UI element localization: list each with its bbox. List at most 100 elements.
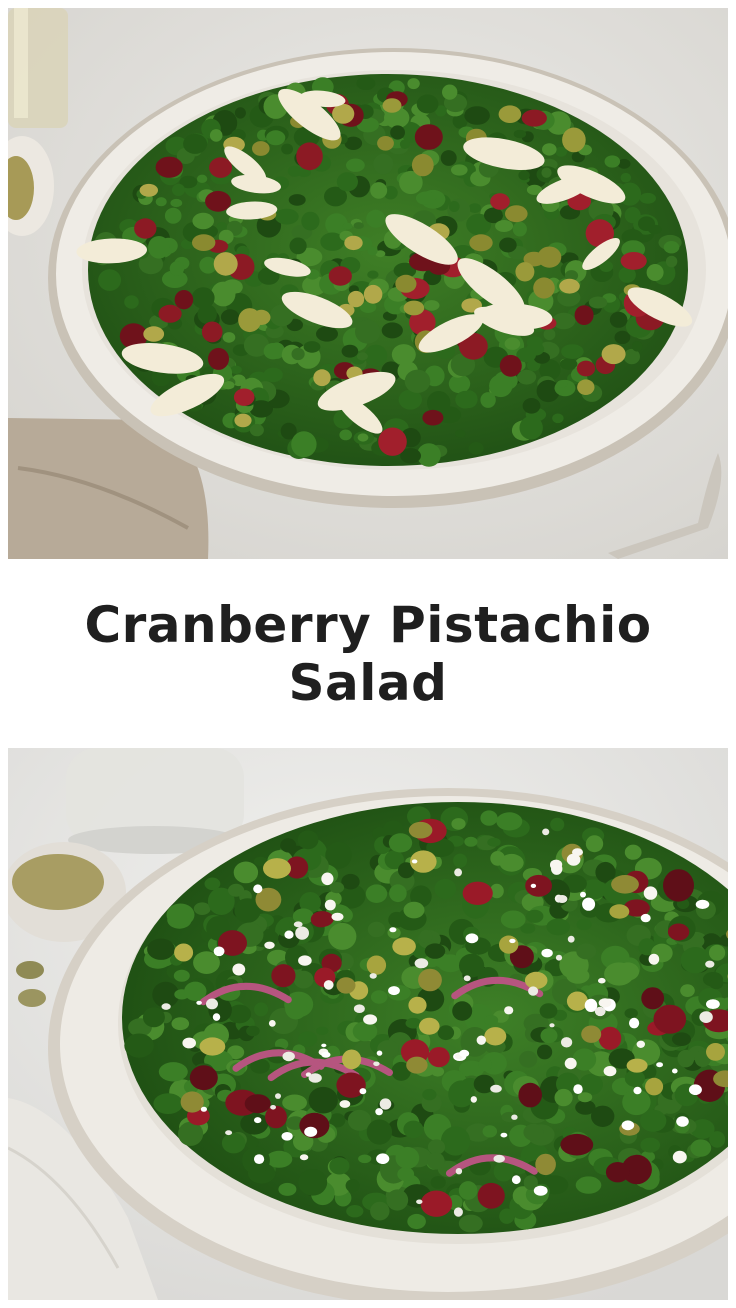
cranberry bbox=[598, 1026, 622, 1050]
pistachio bbox=[363, 284, 383, 304]
feta-crumble bbox=[453, 1207, 463, 1217]
pistachio bbox=[418, 968, 442, 992]
feta-crumble bbox=[530, 883, 537, 888]
feta-crumble bbox=[411, 859, 418, 864]
feta-crumble bbox=[268, 1020, 276, 1027]
cranberry bbox=[518, 1082, 542, 1108]
feta-crumble bbox=[321, 872, 334, 886]
feta-crumble bbox=[225, 1130, 233, 1136]
feta-crumble bbox=[284, 930, 294, 939]
pistachio bbox=[199, 1037, 226, 1056]
feta-crumble bbox=[672, 1150, 687, 1164]
cranberry bbox=[311, 911, 334, 927]
pistachio bbox=[408, 996, 427, 1014]
pistachio bbox=[234, 413, 252, 428]
feta-crumble bbox=[490, 1084, 502, 1093]
pistachio bbox=[524, 971, 548, 989]
cranberry bbox=[271, 964, 296, 988]
feta-crumble bbox=[379, 1098, 392, 1110]
title-banner: Cranberry Pistachio Salad bbox=[0, 559, 736, 748]
pistachio bbox=[411, 153, 434, 177]
feta-crumble bbox=[676, 1116, 689, 1127]
feta-crumble bbox=[389, 927, 397, 933]
feta-crumble bbox=[629, 1017, 640, 1029]
feta-crumble bbox=[304, 1126, 318, 1137]
feta-crumble bbox=[511, 1175, 521, 1185]
cranberry bbox=[244, 1094, 271, 1114]
bottom-salad-photo bbox=[8, 748, 728, 1300]
pistachio bbox=[332, 103, 355, 124]
pistachio bbox=[484, 1027, 507, 1046]
feta-crumble bbox=[196, 1000, 202, 1005]
feta-crumble bbox=[541, 948, 553, 958]
feta-crumble bbox=[321, 1051, 331, 1058]
feta-crumble bbox=[323, 980, 334, 990]
cranberry bbox=[477, 1182, 505, 1209]
pistachio bbox=[403, 300, 425, 316]
feta-crumble bbox=[264, 941, 275, 949]
pistachio bbox=[336, 977, 356, 994]
feta-crumble bbox=[633, 1086, 642, 1095]
pistachio bbox=[143, 326, 165, 342]
feta-crumble bbox=[331, 912, 344, 921]
cranberry bbox=[663, 869, 694, 902]
feta-crumble bbox=[212, 1013, 221, 1021]
feta-crumble bbox=[533, 1185, 548, 1196]
cranberry bbox=[560, 1133, 594, 1156]
feta-crumble bbox=[470, 1096, 477, 1103]
cranberry bbox=[201, 321, 223, 343]
pistachio bbox=[535, 1153, 556, 1176]
feta-crumble bbox=[493, 1154, 505, 1163]
cranberry bbox=[174, 290, 194, 310]
cranberry bbox=[328, 266, 352, 286]
feta-crumble bbox=[688, 1084, 702, 1095]
feta-crumble bbox=[353, 1004, 365, 1013]
feta-crumble bbox=[648, 953, 660, 965]
feta-crumble bbox=[298, 955, 312, 966]
feta-crumble bbox=[376, 1050, 383, 1056]
feta-crumble bbox=[455, 1168, 463, 1175]
pistachio bbox=[537, 246, 562, 268]
feta-crumble bbox=[695, 899, 710, 909]
feta-crumble bbox=[321, 1043, 327, 1048]
feta-crumble bbox=[706, 999, 720, 1009]
cranberry bbox=[158, 304, 182, 323]
feta-crumble bbox=[373, 1061, 380, 1067]
cranberry bbox=[525, 874, 552, 897]
pistachio bbox=[611, 875, 639, 894]
feta-crumble bbox=[281, 1132, 293, 1141]
pistachio bbox=[382, 98, 402, 113]
pistachio bbox=[252, 309, 271, 325]
pistachio bbox=[342, 1049, 362, 1070]
feta-crumble bbox=[359, 1088, 367, 1095]
pistachio bbox=[139, 183, 158, 197]
feta-crumble bbox=[636, 1040, 645, 1048]
feta-crumble bbox=[567, 935, 575, 943]
feta-crumble bbox=[511, 1114, 518, 1120]
pistachio bbox=[499, 935, 519, 954]
feta-crumble bbox=[270, 1105, 276, 1110]
feta-crumble bbox=[542, 828, 550, 836]
cranberry bbox=[667, 923, 690, 941]
pistachio bbox=[601, 344, 626, 365]
feta-crumble bbox=[275, 1093, 281, 1099]
feta-crumble bbox=[476, 1035, 486, 1045]
feta-crumble bbox=[573, 1084, 583, 1094]
recipe-pin: Cranberry Pistachio Salad bbox=[0, 0, 736, 1308]
feta-crumble bbox=[598, 977, 606, 984]
feta-crumble bbox=[640, 913, 651, 923]
bottom-salad-image bbox=[8, 748, 728, 1300]
feta-crumble bbox=[232, 963, 246, 976]
pistachio bbox=[533, 277, 555, 299]
feta-crumble bbox=[200, 1106, 207, 1112]
feta-crumble bbox=[339, 1100, 351, 1108]
pistachio bbox=[559, 278, 580, 294]
feta-crumble bbox=[564, 1057, 577, 1070]
feta-crumble bbox=[324, 899, 336, 911]
feta-crumble bbox=[363, 1014, 378, 1025]
pistachio bbox=[174, 943, 194, 962]
cranberry bbox=[189, 1065, 218, 1091]
pistachio bbox=[377, 136, 394, 151]
pistachio bbox=[180, 1091, 204, 1113]
pistachio bbox=[562, 127, 586, 153]
